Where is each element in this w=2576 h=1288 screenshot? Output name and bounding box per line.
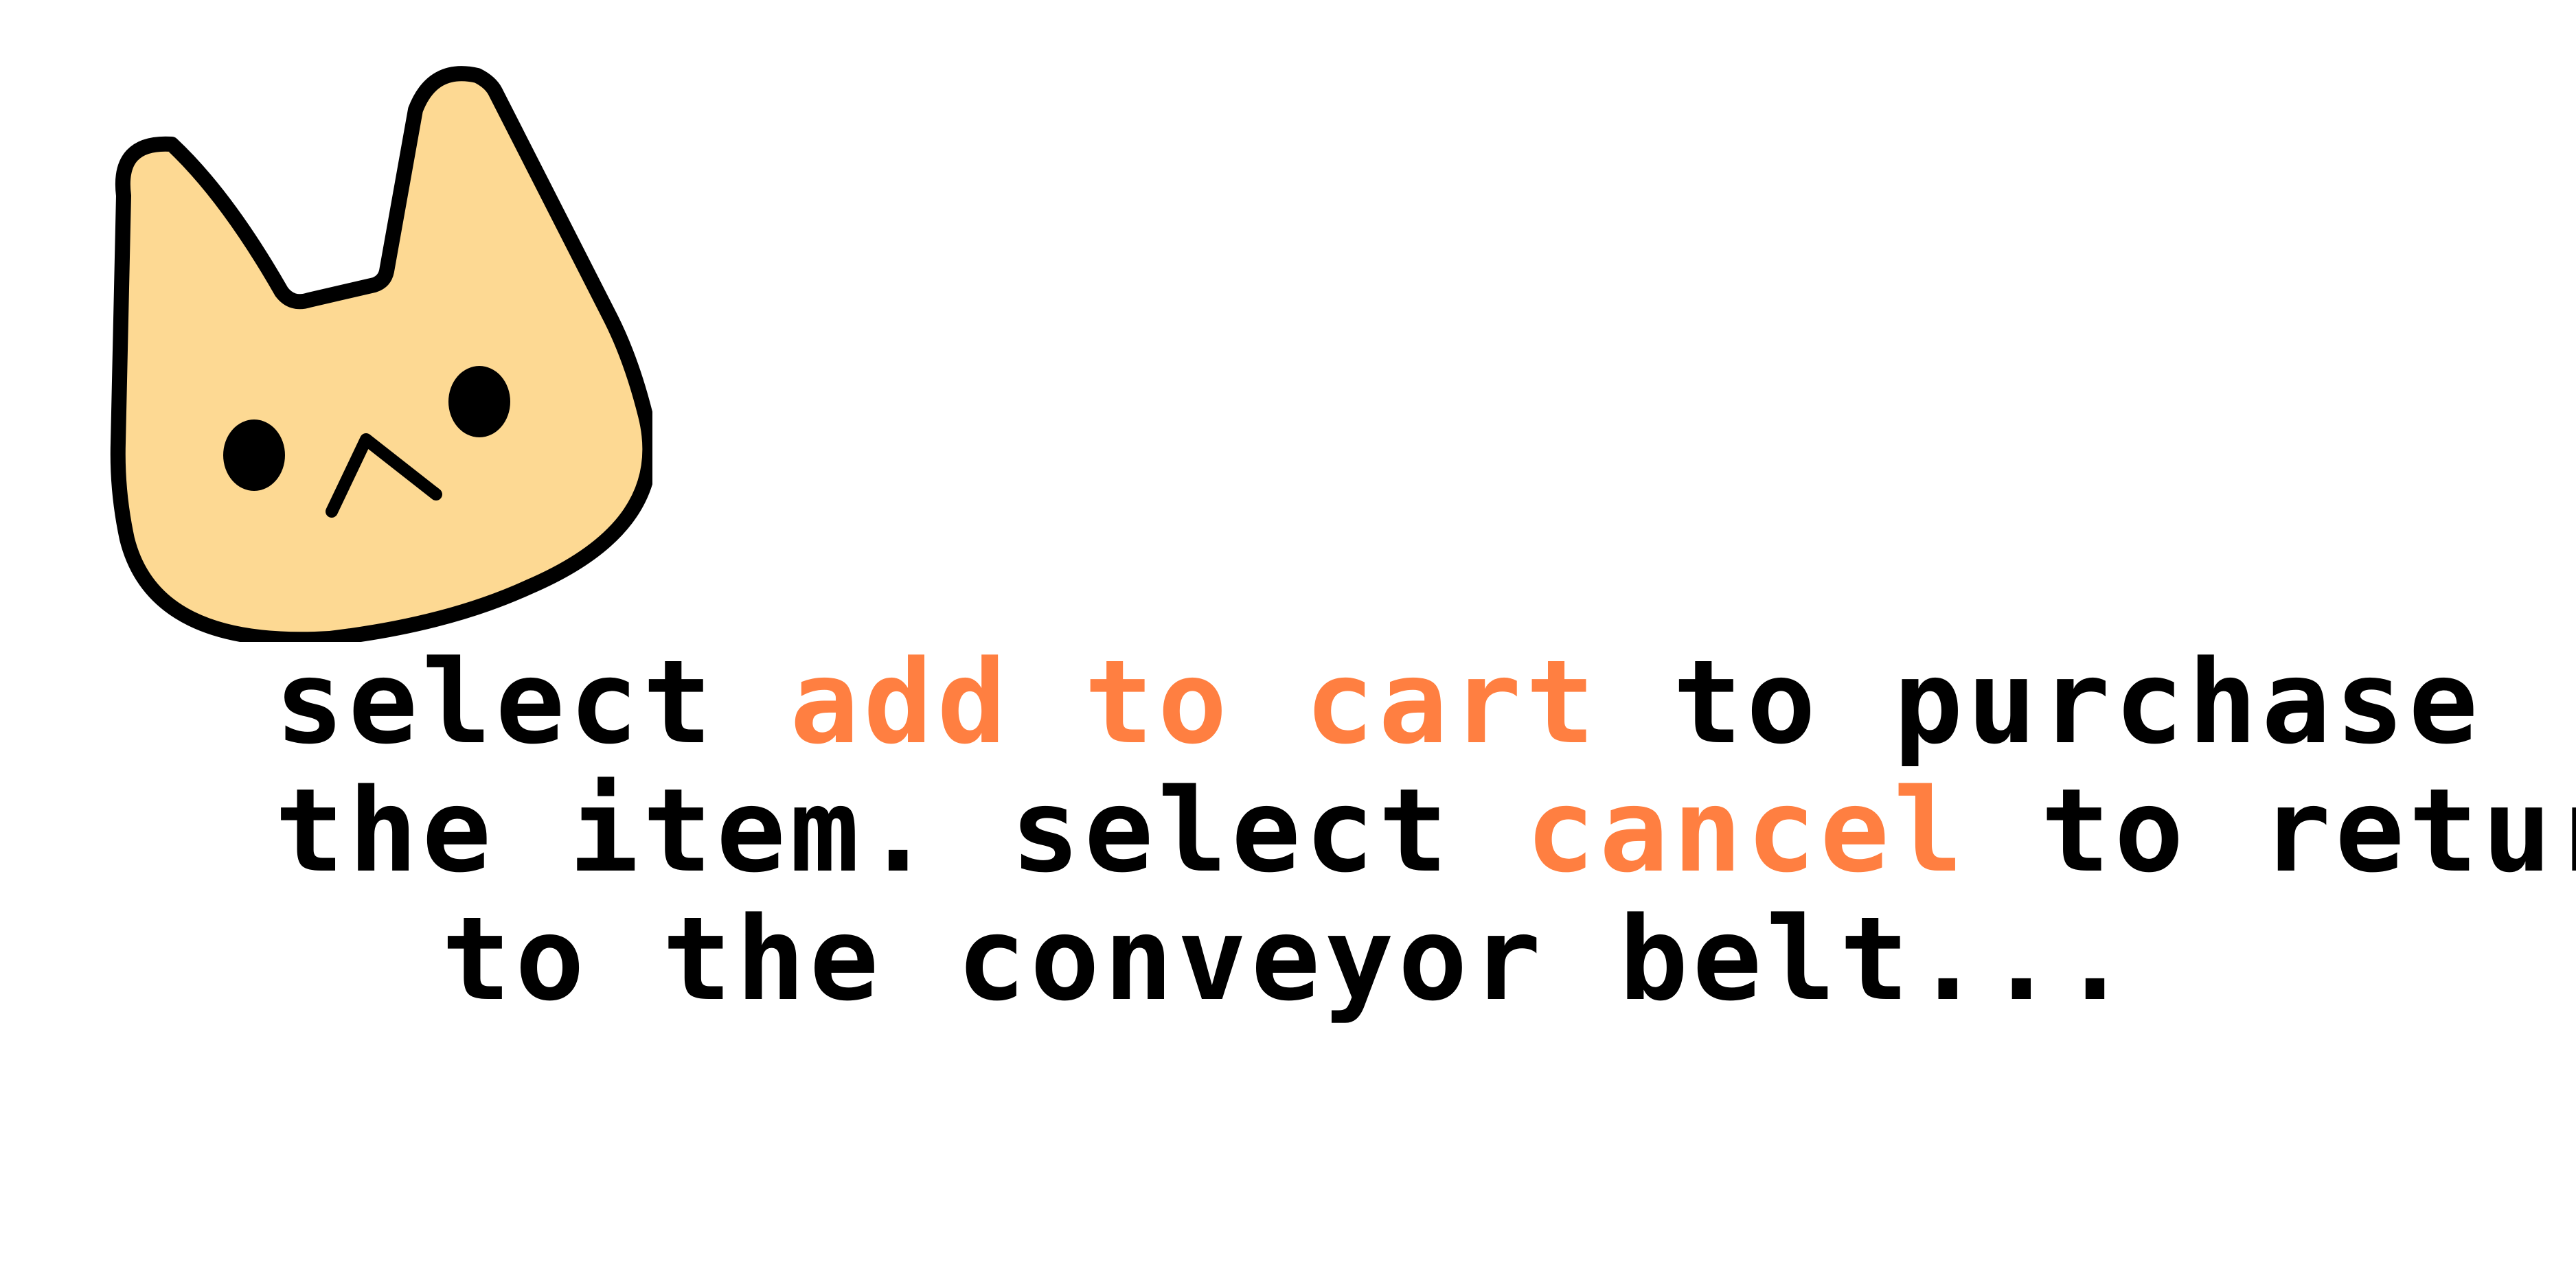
left-eye [223, 419, 285, 491]
dialog-text: select add to cart to purchase the item.… [275, 639, 2576, 1024]
cat-face-icon [110, 66, 652, 642]
add-to-cart-keyword: add to cart [790, 635, 1599, 770]
dialog-line-2-text: the item. select [275, 763, 1526, 898]
cancel-keyword: cancel [1525, 763, 1968, 898]
dialog-line-3-text: to the conveyor belt... [441, 892, 2134, 1026]
dialog-line-1: select add to cart to purchase [275, 639, 2478, 767]
dialog-line-2: the item. select cancel to return [275, 767, 2576, 895]
dialog-line-1-text: select [275, 635, 790, 770]
dialog-line-1-tail: to purchase [1599, 635, 2483, 770]
dialog-line-3: to the conveyor belt... [275, 895, 2301, 1024]
right-eye [448, 366, 510, 437]
dialog-line-2-tail: to return [2040, 763, 2576, 898]
